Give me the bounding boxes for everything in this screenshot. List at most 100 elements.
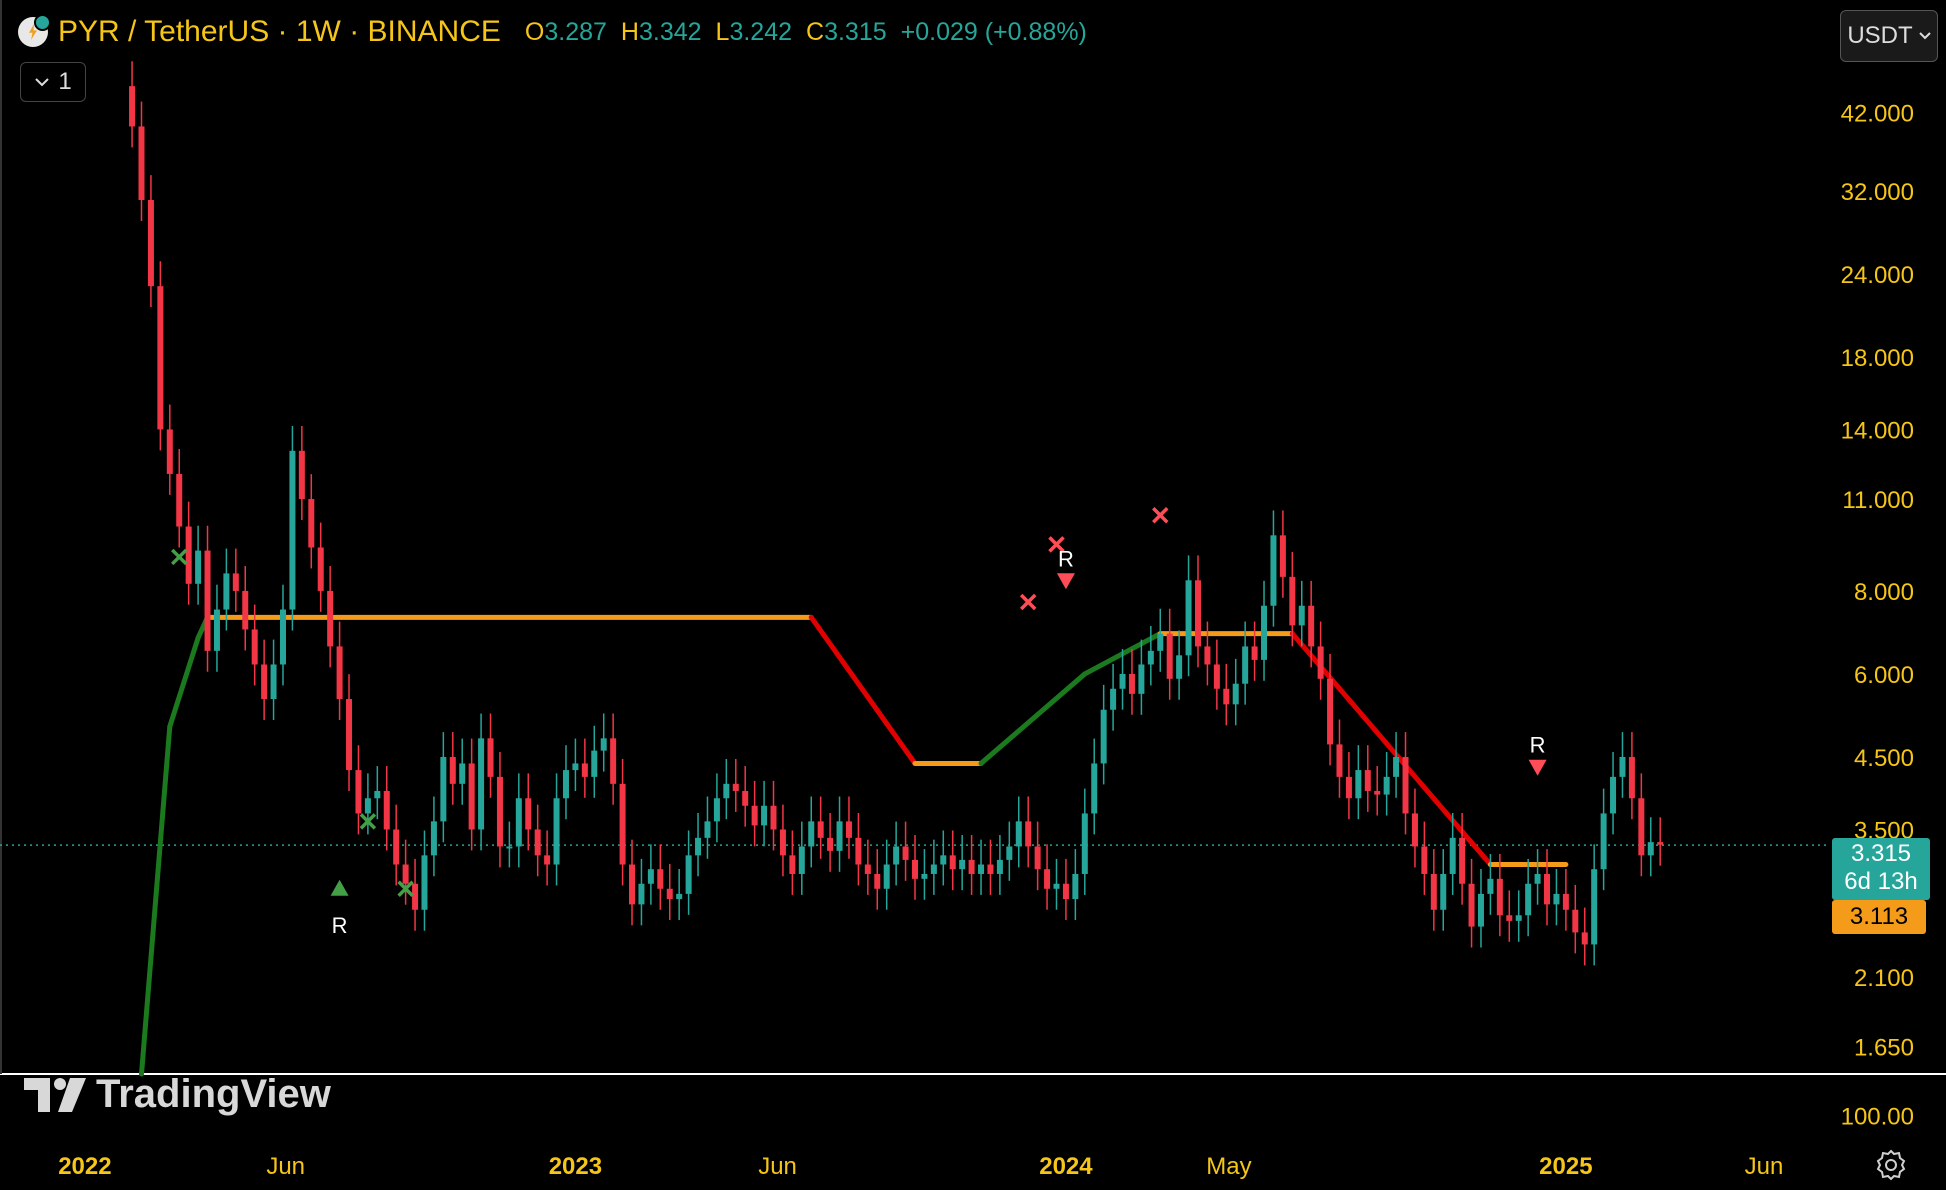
candle bbox=[1411, 788, 1418, 868]
candle bbox=[1440, 849, 1447, 931]
time-tick-label: Jun bbox=[1745, 1153, 1784, 1180]
trailing-level-badge: 3.113 bbox=[1832, 900, 1926, 934]
gear-icon[interactable] bbox=[1874, 1148, 1908, 1182]
candle bbox=[138, 101, 145, 221]
candle-body bbox=[1657, 842, 1664, 845]
candle bbox=[1477, 869, 1484, 948]
cross-icon bbox=[1152, 506, 1169, 524]
candle-body bbox=[1138, 664, 1145, 694]
tradingview-logo[interactable]: TradingView bbox=[24, 1072, 331, 1117]
candle-body bbox=[374, 790, 381, 799]
candle-body bbox=[1572, 909, 1579, 933]
candle-body bbox=[1261, 605, 1268, 660]
candle bbox=[1647, 817, 1654, 877]
candle bbox=[1374, 766, 1381, 816]
candle-body bbox=[1525, 883, 1532, 916]
change-value: +0.029 (+0.88%) bbox=[900, 17, 1087, 46]
candle-body bbox=[1176, 655, 1183, 679]
triangle-down-marker bbox=[1056, 573, 1075, 590]
candle bbox=[195, 525, 202, 605]
candle bbox=[327, 566, 334, 668]
candle-body bbox=[610, 738, 617, 784]
candle bbox=[1544, 849, 1551, 926]
candle-body bbox=[1327, 678, 1334, 745]
candle bbox=[1072, 849, 1079, 921]
candle-body bbox=[1194, 580, 1201, 647]
candle bbox=[129, 61, 136, 148]
candle-body bbox=[1496, 878, 1503, 916]
candle bbox=[1393, 732, 1400, 798]
candle-body bbox=[1289, 576, 1296, 626]
candle bbox=[261, 639, 268, 720]
candle bbox=[176, 449, 183, 548]
status-dot bbox=[34, 14, 51, 31]
candle-body bbox=[1223, 688, 1230, 705]
candle-body bbox=[1402, 756, 1409, 814]
indicator-collapse-button[interactable]: 1 bbox=[20, 62, 86, 102]
candle-body bbox=[1553, 893, 1560, 905]
candle bbox=[1251, 621, 1258, 681]
candle-body bbox=[1185, 580, 1192, 656]
candle-body bbox=[581, 763, 588, 777]
candle-body bbox=[883, 864, 890, 889]
chevron-down-icon bbox=[1918, 32, 1931, 40]
candle-body bbox=[723, 783, 730, 799]
candle bbox=[864, 839, 871, 895]
candle-body bbox=[1544, 873, 1551, 905]
candle bbox=[562, 745, 569, 820]
time-axis[interactable]: 2022 Jun 2023 Jun 2024 May 2025 Jun bbox=[58, 1153, 1783, 1180]
candle-body bbox=[1242, 646, 1249, 684]
price-tick-label: 4.500 bbox=[1854, 745, 1914, 772]
candle bbox=[1327, 653, 1334, 766]
candle bbox=[1364, 745, 1371, 812]
chevron-down-icon bbox=[35, 78, 50, 87]
signal-cross-marker bbox=[170, 548, 188, 566]
price-axis[interactable]: 54.00042.00032.00024.00018.00014.00011.0… bbox=[1841, 28, 1914, 1130]
candle-body bbox=[713, 798, 720, 822]
candle bbox=[1006, 821, 1013, 881]
candle bbox=[1213, 639, 1220, 710]
candle bbox=[1345, 752, 1352, 820]
candle-body bbox=[129, 86, 136, 127]
currency-button[interactable]: USDT bbox=[1840, 10, 1938, 62]
candle-body bbox=[827, 837, 834, 851]
candle-body bbox=[553, 798, 560, 865]
candle bbox=[808, 796, 815, 868]
candle bbox=[940, 830, 947, 886]
candle-body bbox=[355, 770, 362, 814]
candle bbox=[751, 780, 758, 847]
candle bbox=[1468, 858, 1475, 948]
open-label: O bbox=[524, 17, 545, 46]
candle bbox=[383, 766, 390, 851]
candle bbox=[534, 804, 541, 877]
symbol-title[interactable]: PYR / TetherUS · 1W · BINANCE bbox=[58, 15, 501, 49]
candle bbox=[817, 796, 824, 859]
candle bbox=[581, 738, 588, 798]
candle-body bbox=[1487, 878, 1494, 894]
candle-body bbox=[185, 526, 192, 584]
price-tick-label: 11.000 bbox=[1842, 487, 1914, 514]
candle-body bbox=[544, 855, 551, 865]
candle-body bbox=[978, 864, 985, 874]
candle bbox=[1185, 555, 1192, 677]
candle-body bbox=[1119, 673, 1126, 689]
candle bbox=[1025, 796, 1032, 868]
candle-body bbox=[1072, 873, 1079, 900]
candle bbox=[449, 732, 456, 805]
candle-body bbox=[1081, 813, 1088, 874]
triangle-up-marker bbox=[330, 879, 349, 896]
candle-body bbox=[317, 547, 324, 591]
candle-body bbox=[959, 859, 966, 870]
candle bbox=[921, 849, 928, 900]
candle-body bbox=[166, 429, 173, 474]
candle bbox=[544, 830, 551, 886]
ohlc-values: O3.287 H3.342 L3.242 C3.315 +0.029 (+0.8… bbox=[525, 18, 1087, 47]
pyr-logo-icon bbox=[18, 14, 51, 47]
candle-body bbox=[1440, 873, 1447, 910]
currency-label: USDT bbox=[1847, 22, 1913, 49]
candle-body bbox=[1638, 798, 1645, 856]
candle bbox=[232, 548, 239, 612]
candle bbox=[402, 839, 409, 905]
price-chart[interactable]: RRR 54.00042.00032.00024.00018.00014.000… bbox=[0, 0, 1946, 1190]
candle bbox=[147, 175, 154, 308]
